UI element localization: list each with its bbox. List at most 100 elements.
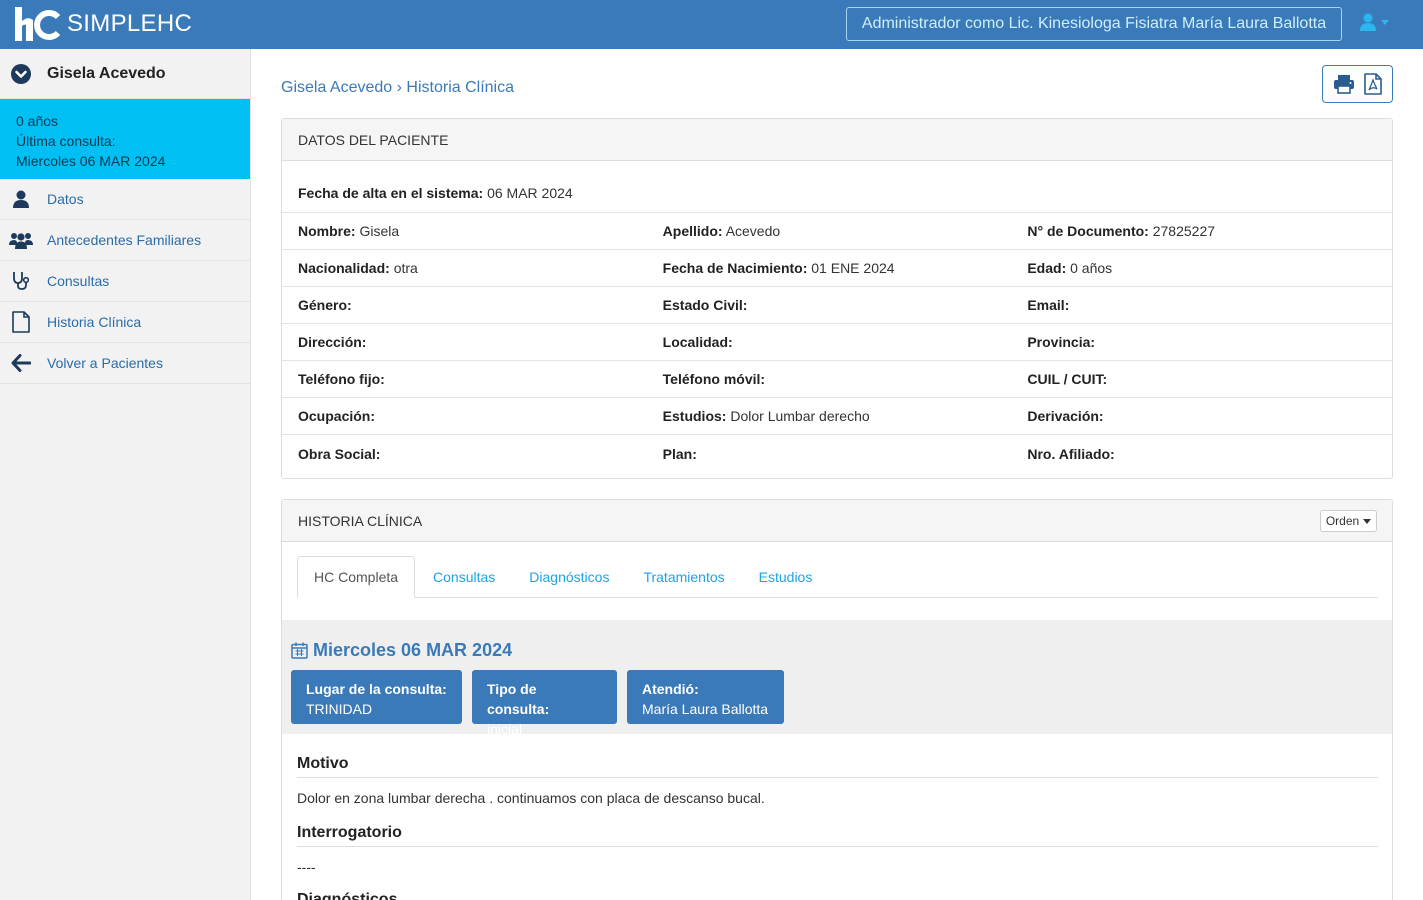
panel-heading: HISTORIA CLÍNICA Orden bbox=[282, 500, 1392, 542]
order-label: Orden bbox=[1325, 514, 1360, 528]
data-cell: Ocupación: bbox=[298, 408, 663, 424]
data-cell: Derivación: bbox=[1027, 408, 1392, 424]
field-value: 27825227 bbox=[1152, 223, 1216, 239]
field-label: Estado Civil: bbox=[662, 297, 748, 313]
data-cell: Email: bbox=[1027, 297, 1392, 313]
data-cell: Estado Civil: bbox=[663, 297, 1028, 313]
data-cell: Dirección: bbox=[298, 334, 663, 350]
tab-consultas[interactable]: Consultas bbox=[417, 556, 511, 598]
data-cell: Nacionalidad: otra bbox=[298, 260, 663, 276]
sidebar-item-volver[interactable]: Volver a Pacientes bbox=[0, 343, 250, 384]
field-label: Provincia: bbox=[1027, 334, 1096, 350]
sidebar-item-label: Datos bbox=[47, 191, 84, 207]
field-value: 01 ENE 2024 bbox=[811, 260, 895, 276]
admin-context-button[interactable]: Administrador como Lic. Kinesiologa Fisi… bbox=[846, 7, 1342, 41]
field-value: 06 MAR 2024 bbox=[487, 185, 573, 201]
field-label: Nro. Afiliado: bbox=[1027, 445, 1115, 462]
history-tabs: HC Completa Consultas Diagnósticos Trata… bbox=[297, 556, 1378, 598]
app-logo[interactable]: SIMPLEHC bbox=[14, 7, 192, 41]
arrow-left-icon bbox=[11, 354, 31, 372]
data-cell: Fecha de Nacimiento: 01 ENE 2024 bbox=[663, 260, 1028, 276]
data-cell: Localidad: bbox=[663, 334, 1028, 350]
data-row: Género: Estado Civil: Email: bbox=[282, 287, 1392, 324]
chip-value: María Laura Ballotta bbox=[642, 701, 769, 717]
sidebar-patient-info: 0 años Última consulta: Miercoles 06 MAR… bbox=[0, 99, 250, 179]
field-label: Edad: bbox=[1027, 260, 1067, 276]
data-cell: CUIL / CUIT: bbox=[1027, 371, 1392, 387]
field-label: Obra Social: bbox=[298, 445, 381, 462]
pdf-file-icon[interactable] bbox=[1363, 73, 1383, 95]
data-row: Obra Social: Plan: Nro. Afiliado: bbox=[282, 435, 1392, 472]
order-dropdown-button[interactable]: Orden bbox=[1320, 510, 1377, 532]
chip-value: TRINIDAD bbox=[306, 701, 373, 717]
tab-estudios[interactable]: Estudios bbox=[743, 556, 829, 598]
field-label: Nacionalidad: bbox=[298, 260, 390, 276]
section-title-motivo: Motivo bbox=[297, 755, 1378, 778]
data-cell: Apellido: Acevedo bbox=[663, 223, 1028, 239]
field-label: Dirección: bbox=[298, 334, 367, 350]
chip-label: Tipo de consulta: bbox=[487, 681, 550, 717]
breadcrumb-patient-link[interactable]: Gisela Acevedo bbox=[281, 79, 392, 96]
data-cell: Obra Social: bbox=[298, 446, 663, 462]
sidebar-item-label: Consultas bbox=[47, 273, 110, 289]
data-row: Nombre: Gisela Apellido: Acevedo N° de D… bbox=[282, 213, 1392, 250]
field-label: Estudios: bbox=[662, 408, 727, 424]
clinical-history-panel: HISTORIA CLÍNICA Orden HC Completa Consu… bbox=[281, 499, 1393, 900]
tab-hc-completa[interactable]: HC Completa bbox=[297, 556, 416, 598]
calendar-icon bbox=[291, 642, 308, 659]
tab-diagnosticos[interactable]: Diagnósticos bbox=[513, 556, 625, 598]
consultation-date: Miercoles 06 MAR 2024 bbox=[291, 640, 512, 661]
field-label: Plan: bbox=[662, 445, 697, 462]
user-icon bbox=[13, 190, 29, 208]
field-value: Dolor Lumbar derecho bbox=[730, 408, 870, 424]
sidebar-patient-name: Gisela Acevedo bbox=[47, 64, 166, 82]
print-export-buttons bbox=[1322, 65, 1393, 103]
registration-date-row: Fecha de alta en el sistema: 06 MAR 2024 bbox=[282, 161, 1392, 213]
last-visit-date: Miercoles 06 MAR 2024 bbox=[16, 153, 166, 169]
data-cell: Nombre: Gisela bbox=[298, 223, 663, 239]
data-row: Teléfono fijo: Teléfono móvil: CUIL / CU… bbox=[282, 361, 1392, 398]
chip-value: inicial bbox=[487, 721, 523, 737]
sidebar-item-antecedentes[interactable]: Antecedentes Familiares bbox=[0, 220, 250, 261]
chip-label: Lugar de la consulta: bbox=[306, 681, 447, 697]
users-icon bbox=[9, 233, 33, 249]
data-cell: Teléfono fijo: bbox=[298, 371, 663, 387]
chevron-down-icon bbox=[1381, 19, 1389, 25]
consultation-summary: Miercoles 06 MAR 2024 Lugar de la consul… bbox=[282, 620, 1392, 737]
field-label: N° de Documento: bbox=[1027, 223, 1149, 239]
section-title-interrogatorio: Interrogatorio bbox=[297, 824, 1378, 847]
data-cell: N° de Documento: 27825227 bbox=[1027, 223, 1392, 239]
field-label: Teléfono móvil: bbox=[662, 371, 766, 387]
data-cell: Estudios: Dolor Lumbar derecho bbox=[663, 408, 1028, 424]
top-navbar: SIMPLEHC Administrador como Lic. Kinesio… bbox=[0, 0, 1423, 49]
panel-title: HISTORIA CLÍNICA bbox=[298, 512, 423, 529]
patient-data-panel: DATOS DEL PACIENTE Fecha de alta en el s… bbox=[281, 118, 1393, 479]
sidebar-item-label: Historia Clínica bbox=[47, 314, 142, 330]
section-title-diagnosticos: Diagnósticos bbox=[297, 891, 1378, 900]
section-text-interrogatorio: ---- bbox=[297, 859, 316, 875]
tab-tratamientos[interactable]: Tratamientos bbox=[627, 556, 740, 598]
data-cell: Nro. Afiliado: bbox=[1027, 446, 1392, 462]
sidebar-item-consultas[interactable]: Consultas bbox=[0, 261, 250, 302]
user-menu-dropdown[interactable] bbox=[1360, 13, 1389, 31]
field-label: Fecha de Nacimiento: bbox=[662, 260, 808, 276]
sidebar-item-historia-clinica[interactable]: Historia Clínica bbox=[0, 302, 250, 343]
data-row: Dirección: Localidad: Provincia: bbox=[282, 324, 1392, 361]
consultation-date-text: Miercoles 06 MAR 2024 bbox=[313, 640, 513, 660]
sidebar-item-label: Volver a Pacientes bbox=[47, 355, 163, 371]
breadcrumb: Gisela Acevedo › Historia Clínica bbox=[281, 79, 514, 97]
stethoscope-icon bbox=[13, 272, 30, 290]
field-label: Género: bbox=[298, 297, 352, 313]
print-icon[interactable] bbox=[1333, 74, 1355, 94]
field-value: Acevedo bbox=[725, 223, 781, 239]
field-label: Localidad: bbox=[662, 334, 733, 350]
user-icon bbox=[1360, 13, 1376, 31]
sidebar-patient-header[interactable]: Gisela Acevedo bbox=[0, 49, 250, 99]
sidebar-item-datos[interactable]: Datos bbox=[0, 179, 250, 220]
document-icon bbox=[12, 311, 30, 333]
field-value: 0 años bbox=[1070, 260, 1113, 276]
field-label: Derivación: bbox=[1027, 408, 1104, 424]
hc-logo-icon bbox=[15, 7, 60, 41]
data-row: Ocupación: Estudios: Dolor Lumbar derech… bbox=[282, 398, 1392, 435]
chevron-circle-down-icon bbox=[11, 63, 31, 84]
